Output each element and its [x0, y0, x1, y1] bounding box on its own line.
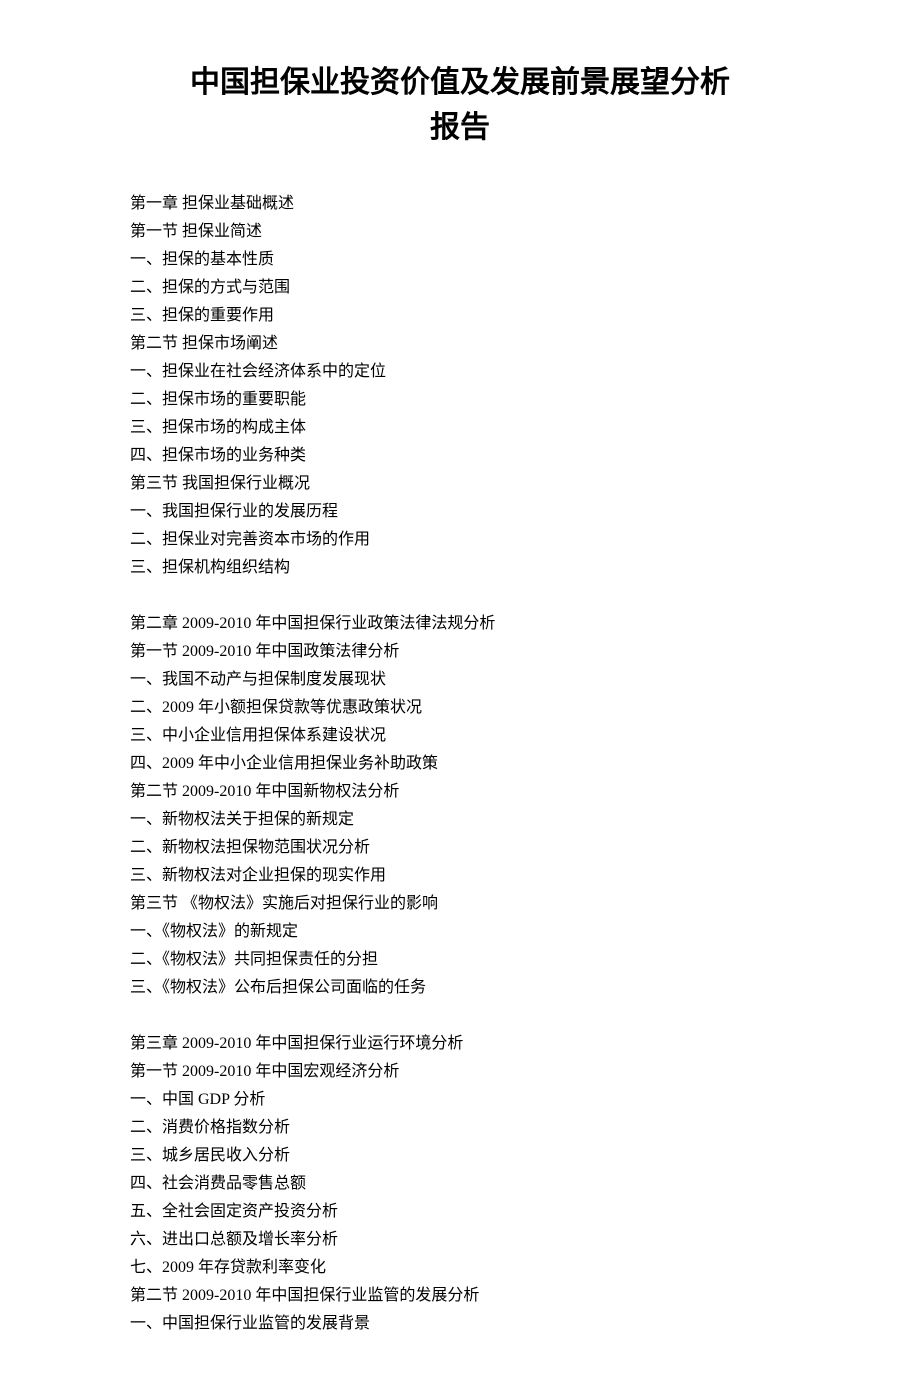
toc-line: 七、2009 年存贷款利率变化 — [130, 1254, 790, 1282]
title-line-1: 中国担保业投资价值及发展前景展望分析 — [130, 60, 790, 105]
toc-line: 三、担保的重要作用 — [130, 302, 790, 330]
toc-line: 三、城乡居民收入分析 — [130, 1142, 790, 1170]
toc-line: 第一节 2009-2010 年中国政策法律分析 — [130, 638, 790, 666]
toc-line: 二、担保业对完善资本市场的作用 — [130, 526, 790, 554]
toc-line: 一、《物权法》的新规定 — [130, 918, 790, 946]
toc-line: 四、担保市场的业务种类 — [130, 442, 790, 470]
section-gap — [130, 1002, 790, 1030]
toc-line: 第一节 2009-2010 年中国宏观经济分析 — [130, 1058, 790, 1086]
toc-line: 二、《物权法》共同担保责任的分担 — [130, 946, 790, 974]
title-line-2: 报告 — [130, 105, 790, 150]
toc-line: 一、新物权法关于担保的新规定 — [130, 806, 790, 834]
toc-line: 六、进出口总额及增长率分析 — [130, 1226, 790, 1254]
toc-line: 第三节 我国担保行业概况 — [130, 470, 790, 498]
toc-line: 一、中国担保行业监管的发展背景 — [130, 1310, 790, 1338]
toc-line: 二、担保的方式与范围 — [130, 274, 790, 302]
toc-line: 四、社会消费品零售总额 — [130, 1170, 790, 1198]
toc-line: 第二节 2009-2010 年中国担保行业监管的发展分析 — [130, 1282, 790, 1310]
toc-line: 第一节 担保业简述 — [130, 218, 790, 246]
toc-line: 第一章 担保业基础概述 — [130, 190, 790, 218]
toc-line: 一、担保业在社会经济体系中的定位 — [130, 358, 790, 386]
toc-line: 三、新物权法对企业担保的现实作用 — [130, 862, 790, 890]
toc-line: 第二节 担保市场阐述 — [130, 330, 790, 358]
toc-line: 三、担保市场的构成主体 — [130, 414, 790, 442]
document-title: 中国担保业投资价值及发展前景展望分析 报告 — [130, 60, 790, 150]
toc-line: 二、消费价格指数分析 — [130, 1114, 790, 1142]
toc-line: 五、全社会固定资产投资分析 — [130, 1198, 790, 1226]
toc-line: 二、担保市场的重要职能 — [130, 386, 790, 414]
toc-line: 一、我国不动产与担保制度发展现状 — [130, 666, 790, 694]
toc-line: 二、新物权法担保物范围状况分析 — [130, 834, 790, 862]
toc-line: 一、中国 GDP 分析 — [130, 1086, 790, 1114]
toc-line: 二、2009 年小额担保贷款等优惠政策状况 — [130, 694, 790, 722]
table-of-contents: 第一章 担保业基础概述第一节 担保业简述一、担保的基本性质二、担保的方式与范围三… — [130, 190, 790, 1338]
toc-line: 四、2009 年中小企业信用担保业务补助政策 — [130, 750, 790, 778]
toc-line: 三、中小企业信用担保体系建设状况 — [130, 722, 790, 750]
toc-line: 第二节 2009-2010 年中国新物权法分析 — [130, 778, 790, 806]
toc-line: 第三章 2009-2010 年中国担保行业运行环境分析 — [130, 1030, 790, 1058]
toc-line: 第三节 《物权法》实施后对担保行业的影响 — [130, 890, 790, 918]
section-gap — [130, 582, 790, 610]
toc-line: 第二章 2009-2010 年中国担保行业政策法律法规分析 — [130, 610, 790, 638]
toc-line: 三、《物权法》公布后担保公司面临的任务 — [130, 974, 790, 1002]
toc-line: 一、我国担保行业的发展历程 — [130, 498, 790, 526]
toc-line: 一、担保的基本性质 — [130, 246, 790, 274]
toc-line: 三、担保机构组织结构 — [130, 554, 790, 582]
